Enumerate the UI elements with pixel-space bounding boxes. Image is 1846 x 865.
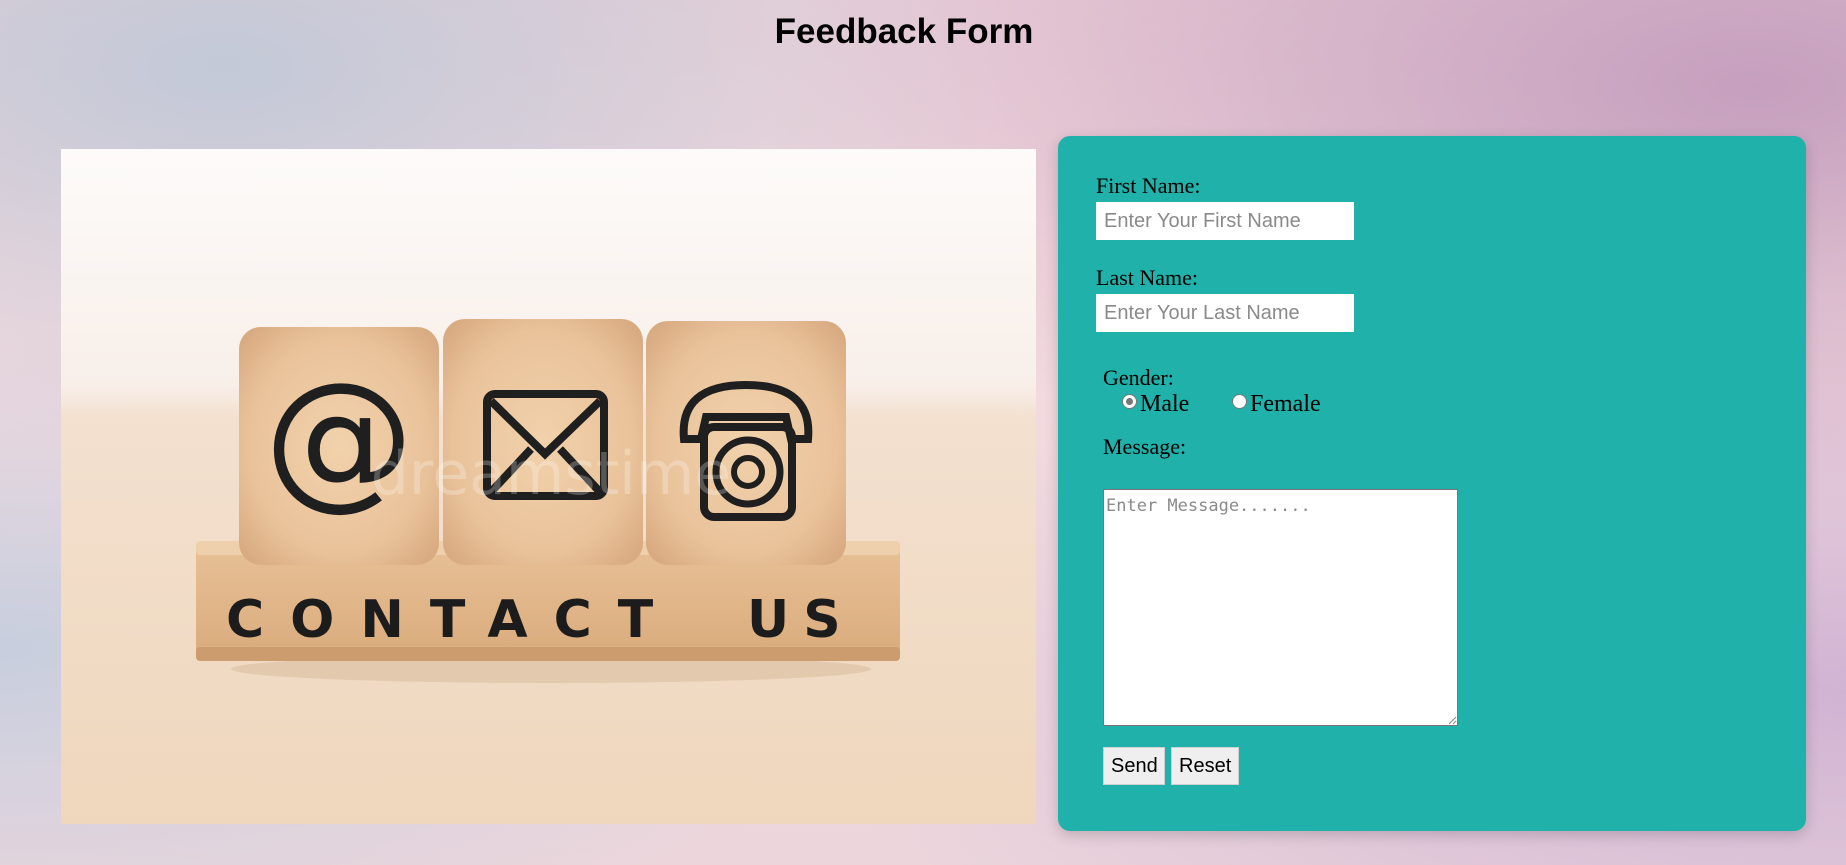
gender-option-male[interactable]: Male — [1122, 391, 1189, 418]
gender-option-female[interactable]: Female — [1232, 391, 1321, 418]
page-title: Feedback Form — [774, 12, 1034, 51]
first-name-label: First Name: — [1096, 173, 1201, 198]
female-radio[interactable] — [1232, 394, 1247, 409]
gender-label: Gender: — [1103, 365, 1174, 390]
female-label: Female — [1250, 391, 1321, 417]
first-name-input[interactable] — [1096, 202, 1354, 240]
send-button[interactable]: Send — [1103, 747, 1165, 785]
svg-text:dreamstime: dreamstime — [371, 439, 731, 509]
male-label: Male — [1140, 391, 1190, 417]
contact-us-image: CONTACT US @ dreamstime — [61, 149, 1036, 824]
message-label: Message: — [1103, 434, 1187, 459]
last-name-label: Last Name: — [1096, 265, 1199, 290]
last-name-input[interactable] — [1096, 294, 1354, 332]
svg-text:CONTACT: CONTACT — [226, 590, 679, 650]
svg-text:US: US — [747, 590, 855, 650]
feedback-form: First Name: Last Name: Gender: Male Fema… — [1058, 136, 1806, 831]
resize-handle-icon[interactable] — [1447, 715, 1457, 725]
male-radio[interactable] — [1122, 394, 1137, 409]
message-textarea[interactable] — [1103, 489, 1458, 726]
reset-button[interactable]: Reset — [1171, 747, 1239, 785]
